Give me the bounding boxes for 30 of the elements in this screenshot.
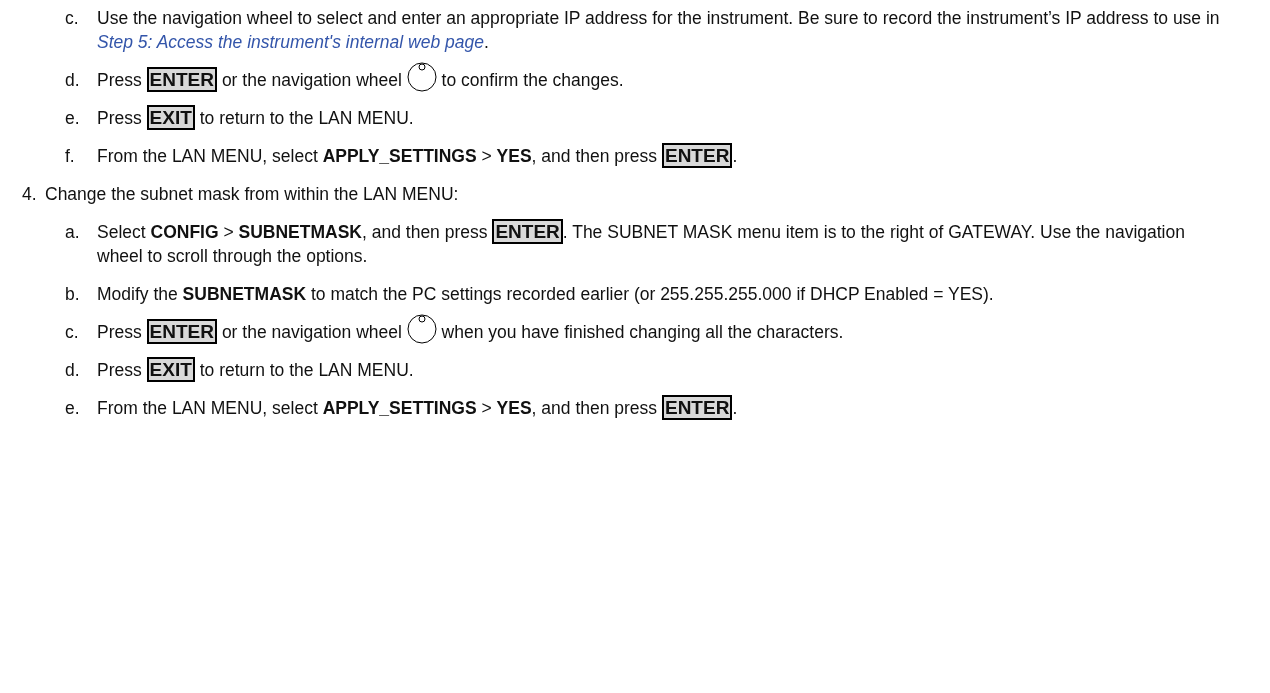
key-label: ENTER — [661, 395, 733, 420]
key-label: ENTER — [146, 67, 217, 92]
list-marker: d. — [65, 69, 81, 92]
list-marker: e. — [65, 107, 81, 130]
instruction-text: From the LAN MENU, select APPLY_SETTINGS > YES, and then press ENTER. — [97, 396, 739, 420]
list-marker: d. — [65, 359, 81, 382]
step-link[interactable]: Step 5: Access the instrument's internal web page — [97, 32, 484, 52]
instruction-text: Press EXIT to return to the LAN MENU. — [97, 358, 415, 382]
instruction-text: Modify the SUBNETMASK to match the PC settings recorded earlier (or 255.255.255.000 if DHCP Enabled = YES). — [97, 283, 995, 306]
instruction-text: Press ENTER or the navigation wheel when you have finished changing all the characters. — [97, 320, 1230, 344]
list-marker: a. — [65, 221, 81, 244]
key-label: EXIT — [146, 357, 195, 382]
list-marker: e. — [65, 397, 81, 420]
instruction-text: Press ENTER or the navigation wheel to confirm the changes. — [97, 68, 1230, 92]
key-label: ENTER — [146, 319, 217, 344]
key-label: ENTER — [661, 143, 733, 168]
instruction-text: Use the navigation wheel to select and enter an appropriate IP address for the instrument. Be sure to record the instrument’s IP address to use in Step 5: Access the instrument's internal web page. — [97, 7, 1221, 54]
key-label: EXIT — [146, 105, 195, 130]
navigation-wheel-icon — [406, 62, 437, 92]
instruction-text: From the LAN MENU, select APPLY_SETTINGS > YES, and then press ENTER. — [97, 144, 739, 168]
instruction-text: Change the subnet mask from within the LAN MENU: — [45, 183, 460, 206]
instruction-text: Select CONFIG > SUBNETMASK, and then press ENTER. The SUBNET MASK menu item is to the right of GATEWAY. Use the navigation wheel to scroll through the options. — [97, 220, 1186, 268]
list-marker: c. — [65, 7, 80, 30]
list-marker: f. — [65, 145, 76, 168]
navigation-wheel-icon — [406, 314, 437, 344]
list-marker: b. — [65, 283, 81, 306]
list-marker: c. — [65, 321, 80, 344]
list-marker: 4. — [22, 183, 38, 206]
key-label: ENTER — [492, 219, 563, 244]
instruction-text: Press EXIT to return to the LAN MENU. — [97, 106, 415, 130]
